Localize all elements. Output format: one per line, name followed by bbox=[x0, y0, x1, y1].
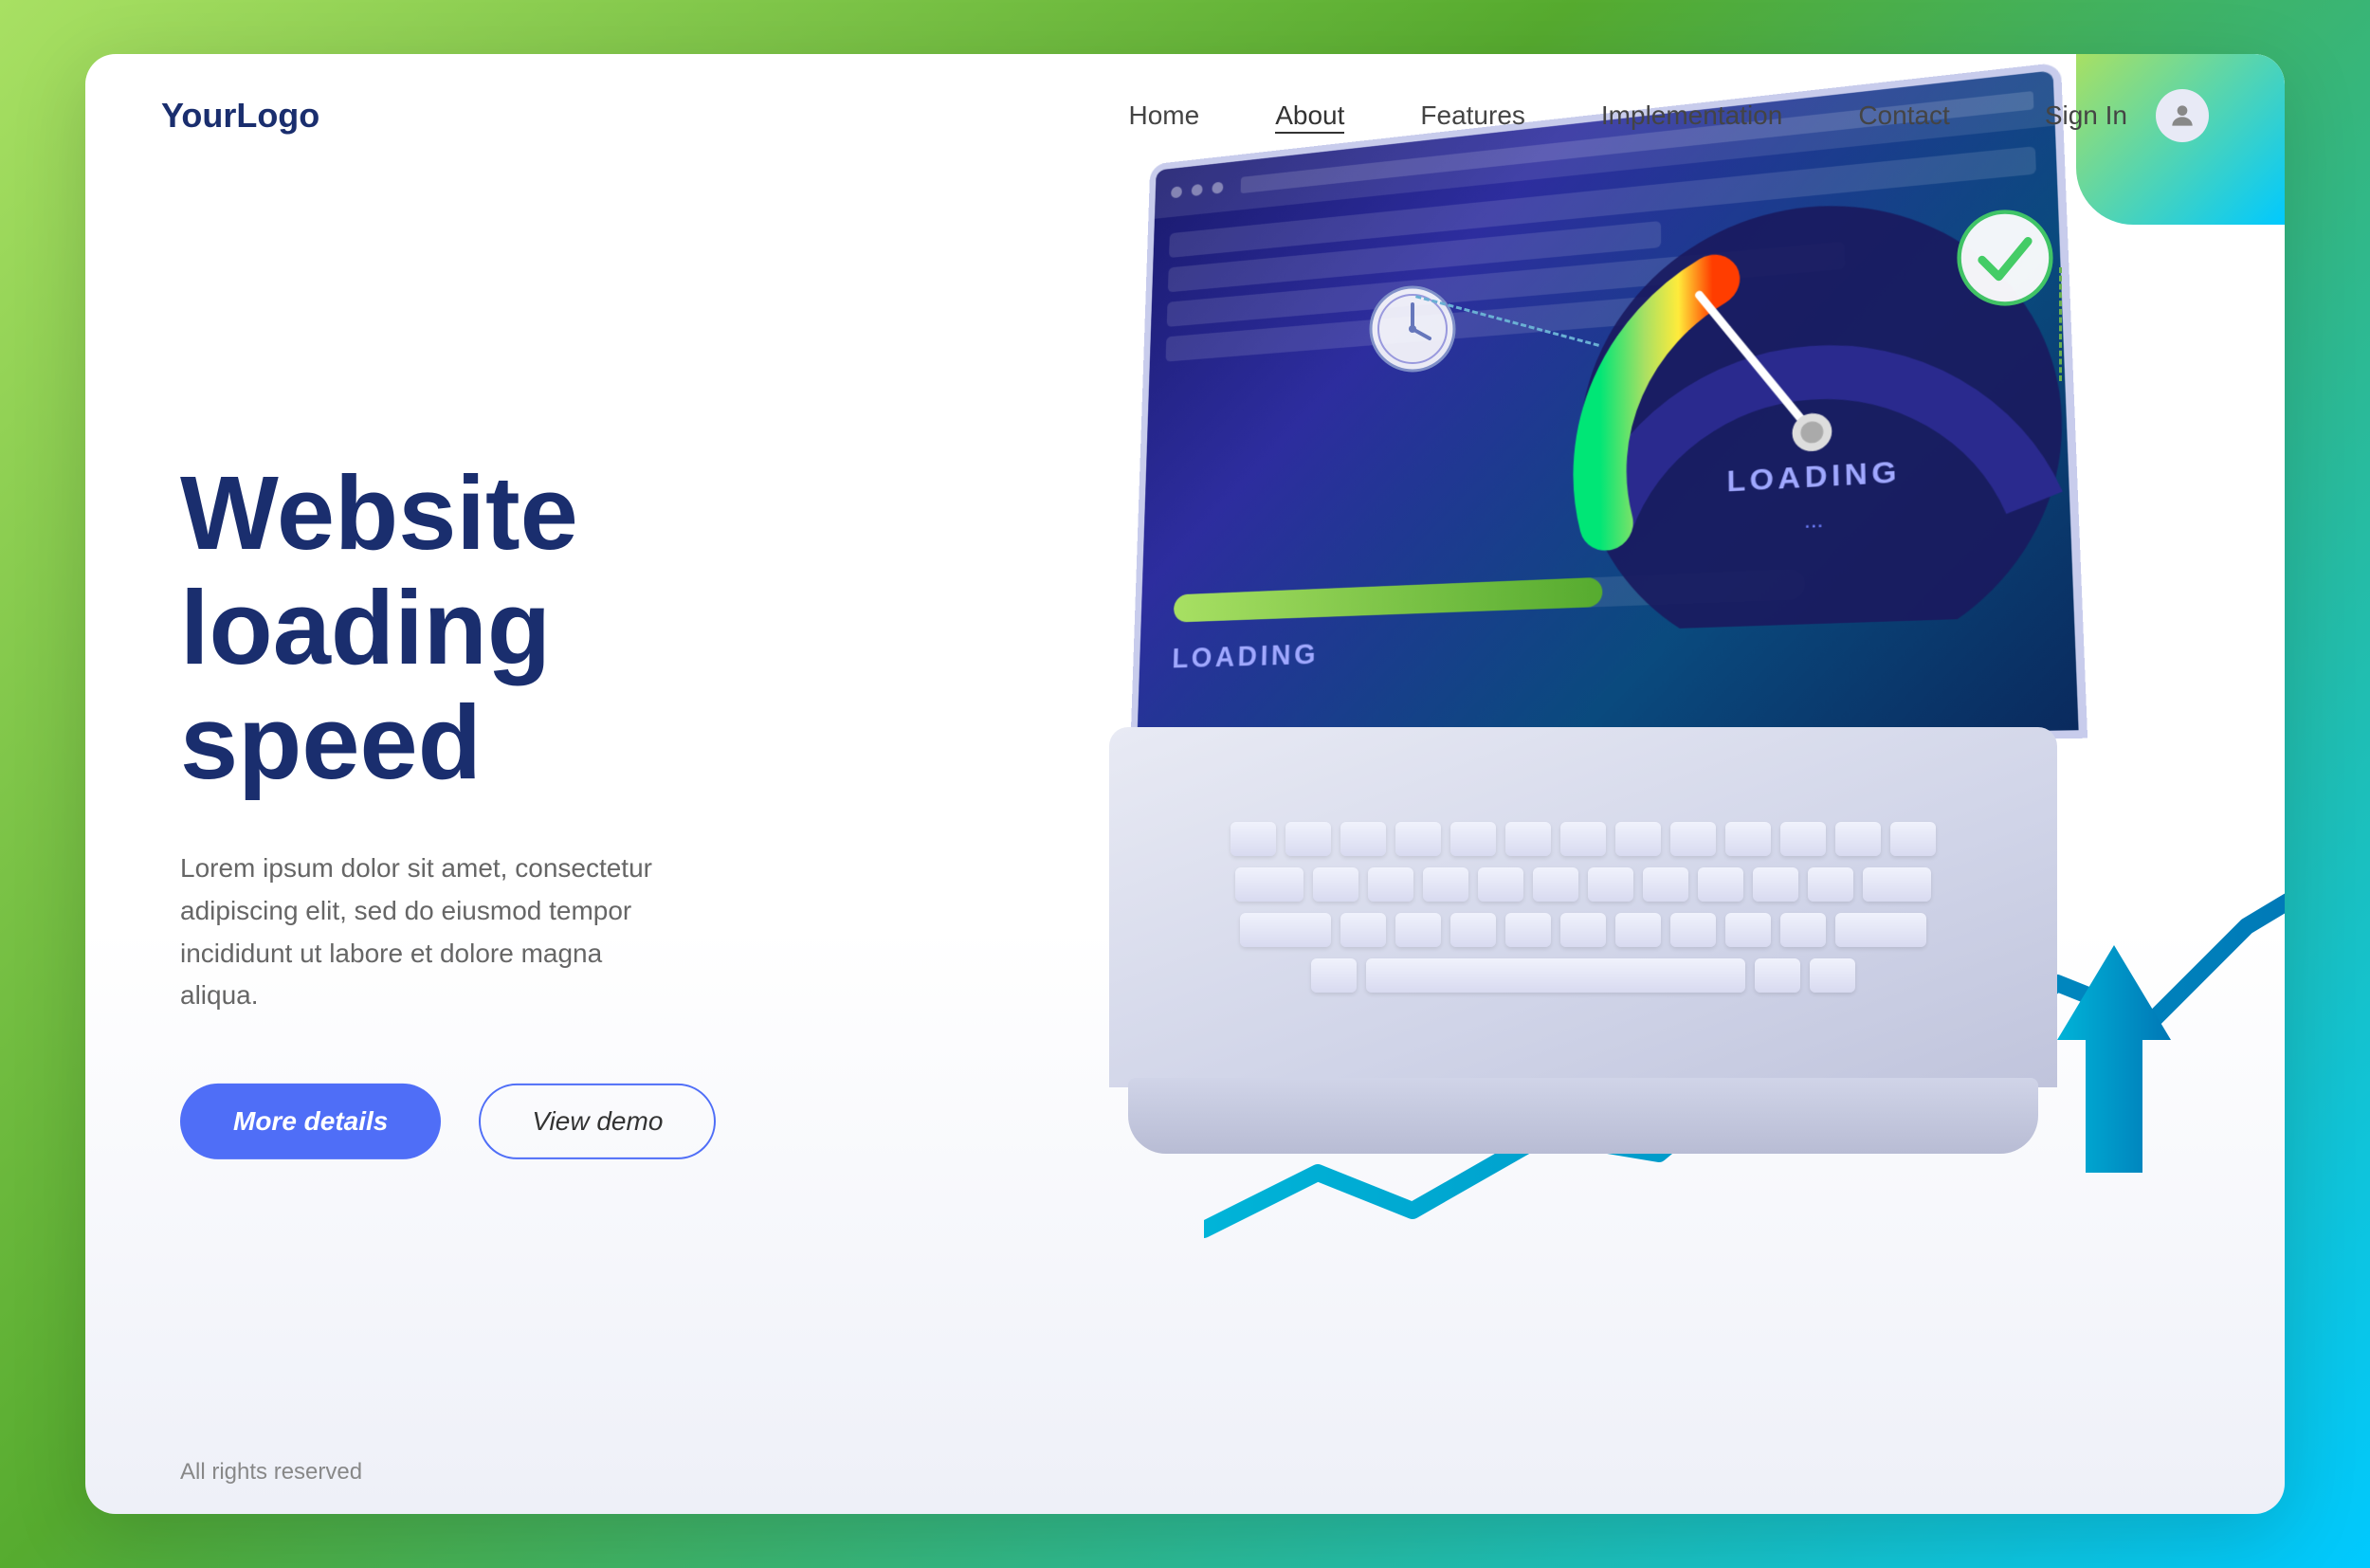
key bbox=[1423, 867, 1468, 902]
logo[interactable]: YourLogo bbox=[161, 96, 319, 136]
key bbox=[1588, 867, 1633, 902]
key bbox=[1753, 867, 1798, 902]
screen-dot bbox=[1171, 186, 1182, 198]
key bbox=[1340, 913, 1386, 947]
key bbox=[1505, 913, 1551, 947]
view-demo-button[interactable]: View demo bbox=[479, 1084, 716, 1159]
clock-svg bbox=[1365, 282, 1460, 376]
hero-subtitle: Lorem ipsum dolor sit amet, consectetur … bbox=[180, 848, 673, 1017]
key bbox=[1340, 822, 1386, 856]
key bbox=[1643, 867, 1688, 902]
check-svg bbox=[1953, 206, 2057, 310]
key bbox=[1780, 913, 1826, 947]
check-icon bbox=[1953, 206, 2057, 310]
key bbox=[1808, 867, 1853, 902]
key bbox=[1395, 913, 1441, 947]
key bbox=[1560, 822, 1606, 856]
hero-buttons: More details View demo bbox=[180, 1084, 749, 1159]
illustration: LOADING bbox=[1014, 54, 2285, 1249]
key bbox=[1313, 867, 1358, 902]
keyboard-row-3 bbox=[1240, 913, 1926, 947]
key bbox=[1395, 822, 1441, 856]
user-icon[interactable] bbox=[2156, 89, 2209, 142]
laptop-keyboard bbox=[1109, 727, 2057, 1087]
user-avatar-icon bbox=[2167, 100, 2197, 131]
hero-text: Website loading speed Lorem ipsum dolor … bbox=[180, 456, 749, 1159]
nav-item-about[interactable]: About bbox=[1275, 100, 1344, 131]
key bbox=[1863, 867, 1931, 902]
keyboard-row-1 bbox=[1231, 822, 1936, 856]
key bbox=[1615, 913, 1661, 947]
key bbox=[1240, 913, 1331, 947]
nav-right: Sign In bbox=[2045, 89, 2209, 142]
navbar: YourLogo Home About Features Implementat… bbox=[85, 54, 2285, 177]
footer-rights: All rights reserved bbox=[180, 1459, 362, 1485]
sign-in-link[interactable]: Sign In bbox=[2045, 100, 2127, 131]
key bbox=[1810, 958, 1855, 993]
svg-text:...: ... bbox=[1804, 506, 1824, 533]
key bbox=[1615, 822, 1661, 856]
key bbox=[1450, 822, 1496, 856]
key bbox=[1725, 822, 1771, 856]
nav-links: Home About Features Implementation Conta… bbox=[1129, 100, 1950, 131]
laptop-tray bbox=[1128, 1078, 2038, 1154]
key bbox=[1285, 822, 1331, 856]
footer: All rights reserved bbox=[180, 1459, 362, 1486]
key bbox=[1450, 913, 1496, 947]
nav-item-implementation[interactable]: Implementation bbox=[1601, 100, 1782, 131]
screen-dot bbox=[1212, 181, 1223, 193]
key bbox=[1670, 913, 1716, 947]
page-wrapper: YourLogo Home About Features Implementat… bbox=[85, 54, 2285, 1514]
hero-title: Website loading speed bbox=[180, 456, 749, 800]
key bbox=[1560, 913, 1606, 947]
key bbox=[1368, 867, 1413, 902]
key bbox=[1835, 822, 1881, 856]
key bbox=[1890, 822, 1936, 856]
key bbox=[1231, 822, 1276, 856]
key bbox=[1366, 958, 1745, 993]
keyboard-row-2 bbox=[1235, 867, 1931, 902]
screen-dot bbox=[1192, 184, 1203, 196]
key bbox=[1755, 958, 1800, 993]
key bbox=[1505, 822, 1551, 856]
more-details-button[interactable]: More details bbox=[180, 1084, 441, 1159]
loading-label: LOADING bbox=[1172, 638, 1319, 675]
key bbox=[1835, 913, 1926, 947]
key bbox=[1725, 913, 1771, 947]
check-dashed-line bbox=[2059, 267, 2062, 381]
nav-item-home[interactable]: Home bbox=[1129, 100, 1200, 131]
key bbox=[1533, 867, 1578, 902]
keyboard-row-4 bbox=[1311, 958, 1855, 993]
speedometer-gauge: LOADING ... bbox=[1539, 112, 2079, 633]
key bbox=[1478, 867, 1523, 902]
key bbox=[1235, 867, 1304, 902]
key bbox=[1780, 822, 1826, 856]
nav-item-contact[interactable]: Contact bbox=[1858, 100, 1950, 131]
key bbox=[1670, 822, 1716, 856]
clock-icon bbox=[1365, 282, 1460, 376]
key bbox=[1698, 867, 1743, 902]
key bbox=[1311, 958, 1357, 993]
nav-item-features[interactable]: Features bbox=[1420, 100, 1525, 131]
